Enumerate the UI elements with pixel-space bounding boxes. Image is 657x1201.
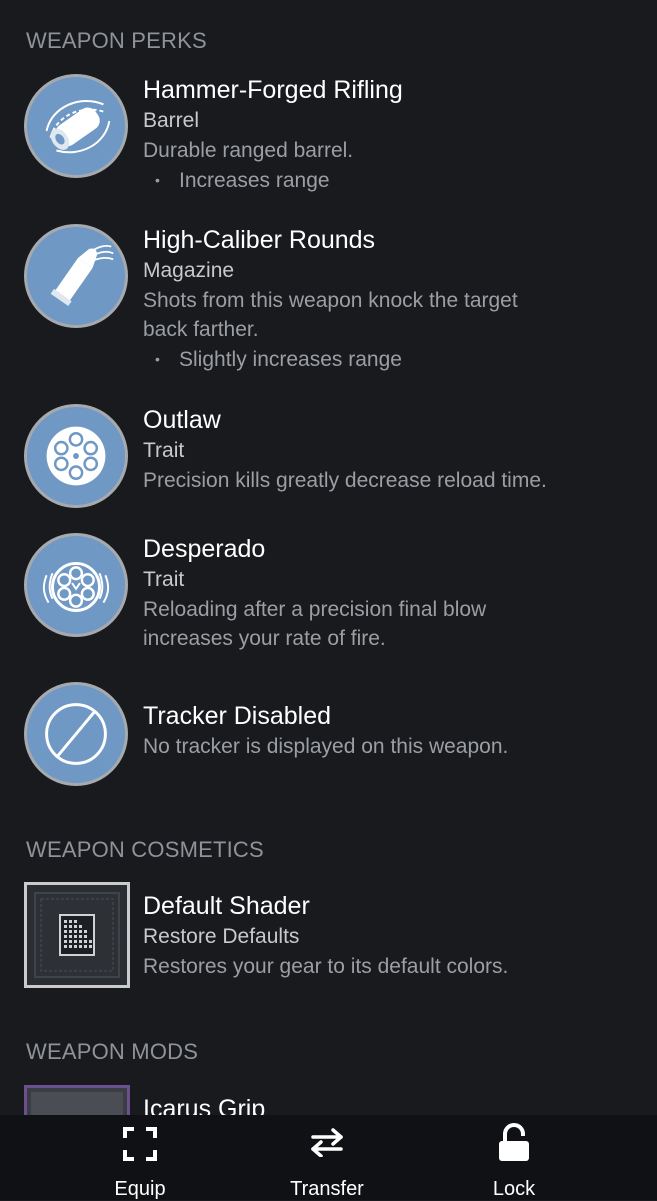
equip-label: Equip [114,1178,166,1200]
perk-description-line2: increases your rate of fire. [143,627,386,650]
weapon-mods-header: WEAPON MODS [26,1039,199,1064]
bottom-action-bar: Equip Transfer Lock [0,1115,657,1200]
perk-description: Durable ranged barrel. [143,139,354,162]
weapon-cosmetics-header: WEAPON COSMETICS [26,837,264,862]
perk-bullet: • Slightly increases range [155,348,402,371]
weapon-perks-header: WEAPON PERKS [26,28,207,53]
perk-description-line1: Reloading after a precision final blow [143,598,487,621]
perk-type: Trait [143,439,185,462]
shader-icon [24,882,130,988]
equip-icon [123,1127,157,1161]
equip-button[interactable]: Equip [70,1115,210,1200]
perk-name: Tracker Disabled [143,702,332,730]
revolver-cylinder-icon [24,404,128,508]
barrel-icon [24,74,128,178]
cosmetic-name: Default Shader [143,892,310,920]
perk-type: Trait [143,568,185,591]
perk-description: No tracker is displayed on this weapon. [143,735,509,758]
transfer-label: Transfer [290,1178,364,1200]
bullet-icon [24,224,128,328]
perk-bullet: • Increases range [155,169,330,192]
perk-type: Barrel [143,109,200,132]
revolver-cylinder-spin-icon [24,533,128,637]
transfer-icon [311,1128,343,1157]
cosmetic-type: Restore Defaults [143,925,300,948]
lock-button[interactable]: Lock [444,1115,584,1200]
perk-name: Hammer-Forged Rifling [143,76,403,104]
perk-description: Precision kills greatly decrease reload … [143,469,547,492]
lock-label: Lock [492,1178,536,1200]
perk-name: Outlaw [143,406,221,434]
perk-name: Desperado [143,535,266,563]
perk-type: Magazine [143,259,235,282]
perk-description-line1: Shots from this weapon knock the target [143,289,518,312]
lock-icon [499,1123,529,1161]
cosmetic-description: Restores your gear to its default colors… [143,955,509,978]
perk-description-line2: back farther. [143,318,259,341]
transfer-button[interactable]: Transfer [257,1115,397,1200]
tracker-disabled-icon [24,682,128,786]
perk-name: High-Caliber Rounds [143,226,376,254]
